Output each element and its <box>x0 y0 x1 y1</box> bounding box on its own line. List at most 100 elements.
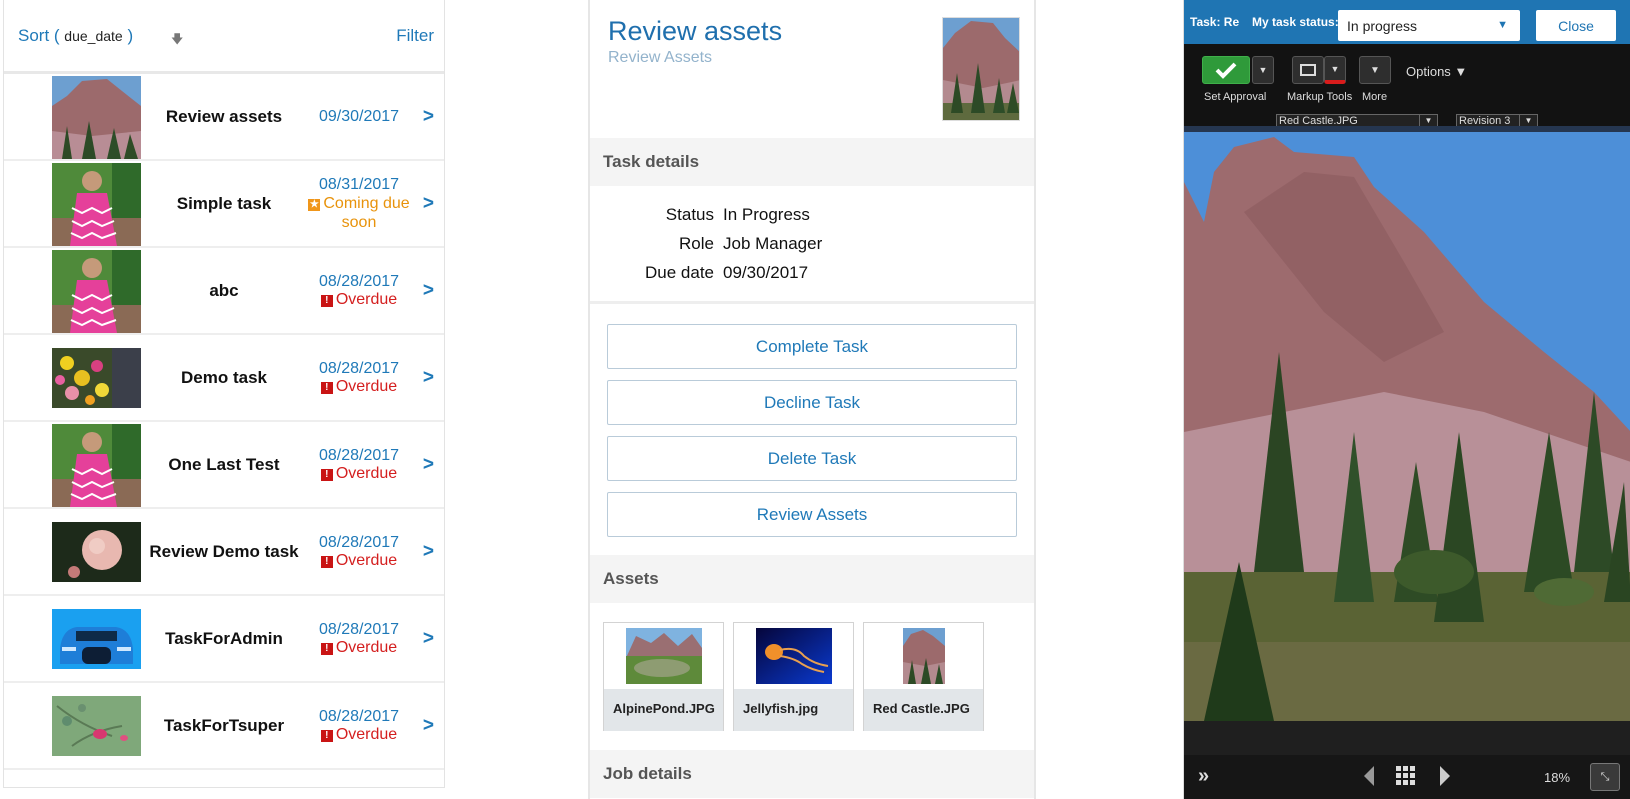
task-thumbnail-girl <box>52 250 141 333</box>
task-due-date: 09/30/2017 <box>318 107 400 125</box>
overdue-status: ! Overdue <box>320 290 398 309</box>
overdue-status: ! Overdue <box>320 725 398 744</box>
task-thumbnail-red-castle <box>52 76 141 159</box>
task-row[interactable]: TaskForTsuper 08/28/2017 ! Overdue > <box>4 683 444 770</box>
exclamation-icon: ! <box>320 729 333 742</box>
task-row[interactable]: abc 08/28/2017 ! Overdue > <box>4 248 444 335</box>
asset-image-canvas[interactable] <box>1184 132 1630 721</box>
task-thumbnail-flowers <box>52 348 141 408</box>
close-button[interactable]: Close <box>1536 10 1616 41</box>
more-label: More <box>1362 91 1388 103</box>
job-details-heading[interactable]: Job details <box>590 750 1034 798</box>
task-meta: 08/28/2017 ! Overdue <box>299 248 419 333</box>
more-button[interactable]: ▼ <box>1359 56 1391 84</box>
overdue-label: Overdue <box>335 725 398 743</box>
task-name: TaskForAdmin <box>165 628 283 648</box>
detail-row-role: Role Job Manager <box>590 229 1034 258</box>
task-thumbnail-rose <box>52 522 141 582</box>
task-row[interactable]: Review assets 09/30/2017 > <box>4 74 444 161</box>
task-meta: 08/28/2017 ! Overdue <box>299 335 419 420</box>
task-meta: 08/28/2017 ! Overdue <box>299 596 419 681</box>
viewer-status-strip <box>1184 721 1630 755</box>
task-row[interactable]: Simple task 08/31/2017 ★ Coming due soon > <box>4 161 444 248</box>
asset-thumbnail-jellyfish <box>734 623 853 689</box>
chevron-right-icon[interactable]: > <box>423 248 434 333</box>
task-actions: Complete Task Decline Task Delete Task R… <box>590 304 1034 555</box>
task-row[interactable]: Review Demo task 08/28/2017 ! Overdue > <box>4 509 444 596</box>
chevron-right-icon[interactable]: > <box>423 74 434 159</box>
task-title: Review assets <box>608 16 783 46</box>
asset-name: AlpinePond.JPG <box>604 689 723 731</box>
markup-rectangle-button[interactable] <box>1292 56 1324 84</box>
chevron-right-icon[interactable]: > <box>423 335 434 420</box>
overdue-label: Overdue <box>335 551 398 569</box>
chevron-right-icon[interactable]: > <box>423 509 434 594</box>
task-name: Simple task <box>176 193 272 213</box>
decline-task-button[interactable]: Decline Task <box>607 380 1017 425</box>
sort-button[interactable]: Sort ( due_date ) <box>18 26 133 46</box>
options-menu[interactable]: Options ▼ <box>1406 64 1467 79</box>
task-list-panel: Sort ( due_date ) 🡇 Filter Review assets… <box>3 0 445 788</box>
detail-row-due-date: Due date 09/30/2017 <box>590 258 1034 287</box>
task-due-date: 08/28/2017 <box>318 620 400 638</box>
viewer-toolbar: ▼ ▼ ▼ Options ▼ Set Approval Markup Tool… <box>1184 44 1630 128</box>
expand-panel-icon[interactable]: » <box>1198 765 1209 788</box>
task-row[interactable]: Demo task 08/28/2017 ! Overdue > <box>4 335 444 422</box>
task-detail-panel: Review assets Review Assets Task details… <box>588 0 1036 799</box>
filter-button[interactable]: Filter <box>396 26 434 46</box>
asset-name: Red Castle.JPG <box>864 689 983 731</box>
asset-card[interactable]: AlpinePond.JPG <box>603 622 724 731</box>
set-approval-button[interactable] <box>1202 56 1250 84</box>
exclamation-icon: ! <box>320 294 333 307</box>
coming-due-label-2: soon <box>341 213 377 231</box>
task-name: Review assets <box>165 106 283 126</box>
asset-card[interactable]: Jellyfish.jpg <box>733 622 854 731</box>
sort-bar: Sort ( due_date ) 🡇 Filter <box>4 0 444 74</box>
task-thumbnail-rose-buds <box>52 696 141 756</box>
viewer-header: Task: Re My task status: In progress ▼ C… <box>1184 0 1630 44</box>
task-row[interactable]: TaskForAdmin 08/28/2017 ! Overdue > <box>4 596 444 683</box>
assets-heading: Assets <box>590 555 1034 603</box>
task-detail-header: Review assets Review Assets <box>590 0 1034 138</box>
chevron-right-icon[interactable]: > <box>423 422 434 507</box>
sort-close-paren: ) <box>127 25 134 45</box>
task-due-date: 08/28/2017 <box>318 533 400 551</box>
detail-value: In Progress <box>723 204 810 224</box>
next-icon[interactable] <box>1440 766 1450 786</box>
task-name: TaskForTsuper <box>163 715 285 735</box>
task-name: Review Demo task <box>149 541 299 561</box>
asset-thumbnail-red-castle <box>864 623 983 689</box>
rectangle-icon <box>1300 64 1316 76</box>
overdue-status: ! Overdue <box>320 465 397 483</box>
fullscreen-icon[interactable]: ⤡ <box>1590 763 1620 791</box>
task-name: One Last Test <box>168 454 280 474</box>
task-status-select[interactable]: In progress ▼ <box>1338 10 1520 41</box>
sort-direction-icon[interactable]: 🡇 <box>171 30 183 51</box>
caret-down-icon: ▼ <box>1497 19 1508 31</box>
chevron-right-icon[interactable]: > <box>423 683 434 768</box>
task-meta: 09/30/2017 <box>299 74 419 159</box>
approval-dropdown-button[interactable]: ▼ <box>1252 56 1274 84</box>
complete-task-button[interactable]: Complete Task <box>607 324 1017 369</box>
coming-due-label: Coming due <box>323 194 410 212</box>
coming-due-status: ★ Coming due soon <box>308 194 410 232</box>
task-row[interactable]: One Last Test 08/28/2017 ! Overdue > <box>4 422 444 509</box>
chevron-right-icon[interactable]: > <box>423 596 434 681</box>
exclamation-icon: ! <box>320 468 333 481</box>
overdue-label: Overdue <box>335 290 398 308</box>
task-due-date: 08/31/2017 <box>318 175 400 193</box>
task-subtitle: Review Assets <box>608 49 713 66</box>
task-name: abc <box>209 280 239 300</box>
previous-icon[interactable] <box>1364 766 1374 786</box>
review-assets-button[interactable]: Review Assets <box>607 492 1017 537</box>
task-details: Status In Progress Role Job Manager Due … <box>590 186 1034 304</box>
chevron-right-icon[interactable]: > <box>423 161 434 246</box>
task-preview-image[interactable] <box>942 17 1020 121</box>
overdue-status: ! Overdue <box>320 639 397 657</box>
markup-dropdown-button[interactable]: ▼ <box>1324 56 1346 84</box>
delete-task-button[interactable]: Delete Task <box>607 436 1017 481</box>
grid-icon[interactable] <box>1396 766 1415 785</box>
task-meta: 08/31/2017 ★ Coming due soon <box>299 161 419 246</box>
exclamation-icon: ! <box>320 555 333 568</box>
asset-card[interactable]: Red Castle.JPG <box>863 622 984 731</box>
